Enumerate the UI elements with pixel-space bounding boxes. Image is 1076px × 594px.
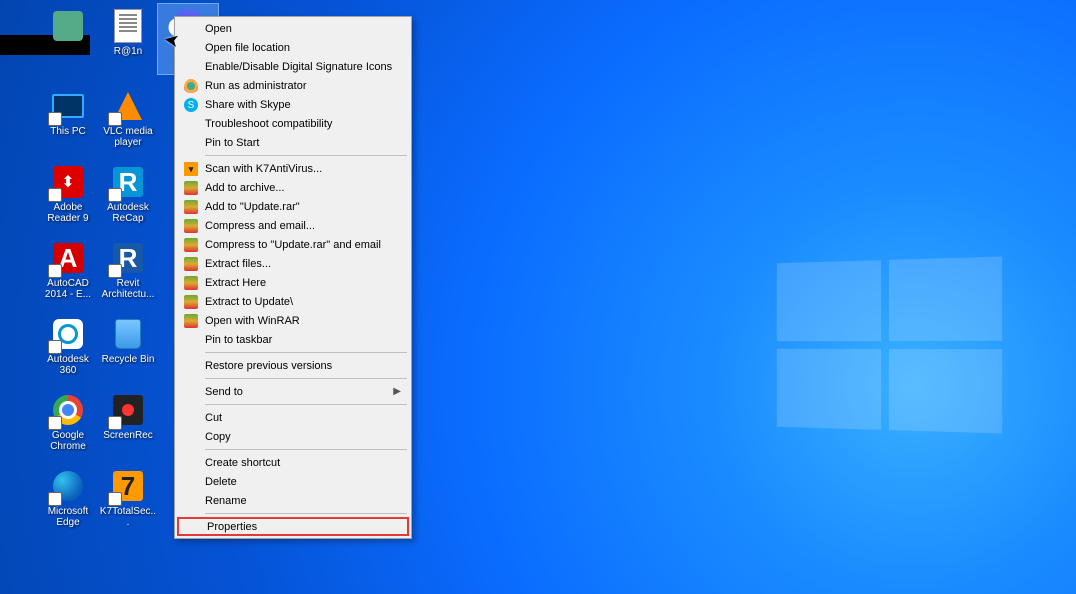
desktop-icon-recap[interactable]: R Autodesk ReCap — [98, 160, 158, 230]
menu-item-label: Send to — [205, 386, 243, 398]
menu-item-restore-previous-versions[interactable]: Restore previous versions — [177, 356, 409, 375]
menu-item-label: Open — [205, 23, 232, 35]
menu-item-label: Add to "Update.rar" — [205, 201, 300, 213]
menu-item-label: Open with WinRAR — [205, 315, 300, 327]
menu-item-cut[interactable]: Cut — [177, 408, 409, 427]
menu-item-run-as-administrator[interactable]: Run as administrator — [177, 76, 409, 95]
desktop-icon-edge[interactable]: Microsoft Edge — [38, 464, 98, 534]
menu-item-add-to-archive[interactable]: Add to archive... — [177, 178, 409, 197]
shield-icon — [183, 78, 199, 94]
rar-icon — [183, 180, 199, 196]
submenu-arrow-icon: ▶ — [393, 386, 401, 397]
menu-item-label: Copy — [205, 431, 231, 443]
menu-item-label: Run as administrator — [205, 80, 307, 92]
menu-item-open-with-winrar[interactable]: Open with WinRAR — [177, 311, 409, 330]
desktop-icon-user[interactable] — [38, 4, 98, 74]
menu-item-label: Troubleshoot compatibility — [205, 118, 332, 130]
desktop-icon-autodesk360[interactable]: Autodesk 360 — [38, 312, 98, 382]
menu-item-troubleshoot-compatibility[interactable]: Troubleshoot compatibility — [177, 114, 409, 133]
desktop-icon-recycle-bin[interactable]: Recycle Bin — [98, 312, 158, 382]
menu-item-extract-to-update[interactable]: Extract to Update\ — [177, 292, 409, 311]
desktop-icon-screenrec[interactable]: ScreenRec — [98, 388, 158, 458]
menu-item-rename[interactable]: Rename — [177, 491, 409, 510]
menu-item-label: Extract Here — [205, 277, 266, 289]
menu-item-label: Share with Skype — [205, 99, 291, 111]
menu-item-label: Pin to taskbar — [205, 334, 272, 346]
desktop-icon-vlc[interactable]: VLC media player — [98, 84, 158, 154]
desktop-icon-text-file[interactable]: R@1n — [98, 4, 158, 74]
menu-item-copy[interactable]: Copy — [177, 427, 409, 446]
menu-separator — [205, 155, 407, 156]
menu-item-extract-files[interactable]: Extract files... — [177, 254, 409, 273]
desktop-icon-revit[interactable]: R Revit Architectu... — [98, 236, 158, 306]
menu-item-scan-with-k7antivirus[interactable]: ▾ Scan with K7AntiVirus... — [177, 159, 409, 178]
rar-icon — [183, 218, 199, 234]
menu-item-enable-disable-digital-signature-icons[interactable]: Enable/Disable Digital Signature Icons — [177, 57, 409, 76]
rar-icon — [183, 294, 199, 310]
menu-item-pin-to-start[interactable]: Pin to Start — [177, 133, 409, 152]
rar-icon — [183, 199, 199, 215]
menu-item-add-to-update-rar[interactable]: Add to "Update.rar" — [177, 197, 409, 216]
rar-icon — [183, 275, 199, 291]
menu-item-properties[interactable]: Properties — [177, 517, 409, 536]
menu-item-label: Extract files... — [205, 258, 271, 270]
desktop-icon-k7[interactable]: 7 K7TotalSec... — [98, 464, 158, 534]
menu-item-pin-to-taskbar[interactable]: Pin to taskbar — [177, 330, 409, 349]
menu-item-label: Rename — [205, 495, 247, 507]
desktop-icon-autocad[interactable]: A AutoCAD 2014 - E... — [38, 236, 98, 306]
menu-item-label: Scan with K7AntiVirus... — [205, 163, 322, 175]
windows-logo — [777, 256, 1002, 433]
desktop-icon-chrome[interactable]: Google Chrome — [38, 388, 98, 458]
menu-item-label: Delete — [205, 476, 237, 488]
menu-separator — [205, 378, 407, 379]
menu-item-label: Restore previous versions — [205, 360, 332, 372]
menu-item-label: Open file location — [205, 42, 290, 54]
menu-item-label: Compress and email... — [205, 220, 315, 232]
desktop[interactable]: R@1n ⬤⬤ This PC ⬍ Adobe Reader 9 A AutoC… — [0, 0, 1076, 594]
menu-item-label: Add to archive... — [205, 182, 285, 194]
menu-item-compress-to-update-rar-and-email[interactable]: Compress to "Update.rar" and email — [177, 235, 409, 254]
menu-separator — [205, 352, 407, 353]
desktop-icon-this-pc[interactable]: This PC — [38, 84, 98, 154]
menu-item-label: Create shortcut — [205, 457, 280, 469]
menu-separator — [205, 404, 407, 405]
menu-item-label: Enable/Disable Digital Signature Icons — [205, 61, 392, 73]
menu-item-label: Cut — [205, 412, 222, 424]
menu-item-compress-and-email[interactable]: Compress and email... — [177, 216, 409, 235]
menu-item-share-with-skype[interactable]: S Share with Skype — [177, 95, 409, 114]
menu-item-extract-here[interactable]: Extract Here — [177, 273, 409, 292]
menu-item-label: Pin to Start — [205, 137, 259, 149]
menu-item-label: Properties — [207, 521, 257, 533]
context-menu: Open Open file location Enable/Disable Dig… — [174, 16, 412, 539]
menu-separator — [205, 449, 407, 450]
menu-item-label: Extract to Update\ — [205, 296, 293, 308]
menu-item-delete[interactable]: Delete — [177, 472, 409, 491]
desktop-icon-adobe-reader[interactable]: ⬍ Adobe Reader 9 — [38, 160, 98, 230]
k7-icon: ▾ — [183, 161, 199, 177]
menu-item-open[interactable]: Open — [177, 19, 409, 38]
menu-item-open-file-location[interactable]: Open file location — [177, 38, 409, 57]
menu-separator — [205, 513, 407, 514]
menu-item-label: Compress to "Update.rar" and email — [205, 239, 381, 251]
rar-icon — [183, 313, 199, 329]
skype-icon: S — [183, 97, 199, 113]
menu-item-send-to[interactable]: Send to ▶ — [177, 382, 409, 401]
menu-item-create-shortcut[interactable]: Create shortcut — [177, 453, 409, 472]
rar-icon — [183, 256, 199, 272]
rar-icon — [183, 237, 199, 253]
